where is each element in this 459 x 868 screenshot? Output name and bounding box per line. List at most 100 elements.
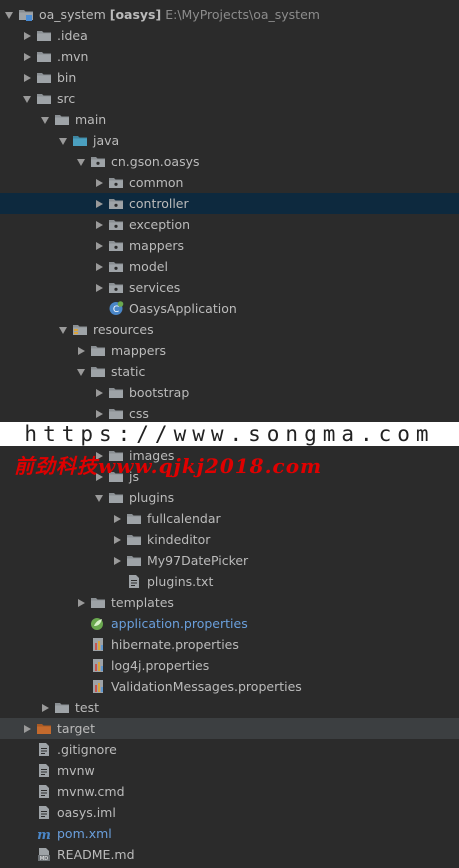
tree-row-fullcalendar[interactable]: fullcalendar (0, 508, 459, 529)
tree-row-templates[interactable]: templates (0, 592, 459, 613)
folder-icon (108, 406, 124, 421)
tree-row-pom-xml[interactable]: m pom.xml (0, 823, 459, 844)
tree-item-label: plugins.txt (147, 574, 214, 589)
chevron-right-icon[interactable] (112, 550, 122, 571)
tree-row-static[interactable]: static (0, 361, 459, 382)
chevron-right-icon[interactable] (94, 193, 104, 214)
tree-item-label: target (57, 721, 96, 736)
folder-icon (90, 364, 106, 379)
svg-text:C: C (113, 305, 119, 315)
tree-row-mvn[interactable]: .mvn (0, 46, 459, 67)
tree-row-gitignore[interactable]: .gitignore (0, 739, 459, 760)
chevron-right-icon[interactable] (94, 172, 104, 193)
tree-item-label: README.md (57, 847, 135, 862)
folder-icon (36, 91, 52, 106)
tree-row-css[interactable]: css (0, 403, 459, 424)
tree-item-label: log4j.properties (111, 658, 210, 673)
chevron-right-icon[interactable] (94, 403, 104, 424)
chevron-down-icon[interactable] (58, 319, 68, 340)
chevron-right-icon[interactable] (94, 214, 104, 235)
folder-icon (36, 49, 52, 64)
tree-row-main[interactable]: main (0, 109, 459, 130)
chevron-down-icon[interactable] (76, 361, 86, 382)
tree-row-log4j-properties[interactable]: log4j.properties (0, 655, 459, 676)
watermark-brand: 前劲科技www.qjkj2018.com (14, 454, 323, 478)
tree-row-plugins[interactable]: plugins (0, 487, 459, 508)
tree-item-label: bootstrap (129, 385, 190, 400)
tree-row-readme-md[interactable]: MD README.md (0, 844, 459, 865)
text-file-icon (36, 742, 52, 757)
properties-file-icon (90, 637, 106, 652)
project-name: oa_system (39, 7, 106, 22)
chevron-right-icon[interactable] (22, 718, 32, 739)
folder-icon (54, 700, 70, 715)
package-icon (90, 154, 106, 169)
tree-item-label: model (129, 259, 168, 274)
chevron-right-icon[interactable] (112, 508, 122, 529)
chevron-right-icon[interactable] (94, 256, 104, 277)
chevron-right-icon[interactable] (22, 67, 32, 88)
tree-item-label: .gitignore (57, 742, 117, 757)
tree-item-label: mvnw (57, 763, 95, 778)
tree-row-bootstrap[interactable]: bootstrap (0, 382, 459, 403)
tree-row-oasysapplication[interactable]: C OasysApplication (0, 298, 459, 319)
chevron-down-icon[interactable] (76, 151, 86, 172)
tree-row-mvnw-cmd[interactable]: mvnw.cmd (0, 781, 459, 802)
tree-row-cn-gson-oasys[interactable]: cn.gson.oasys (0, 151, 459, 172)
chevron-right-icon[interactable] (40, 697, 50, 718)
tree-row-my97datepicker[interactable]: My97DatePicker (0, 550, 459, 571)
spring-properties-icon (90, 616, 106, 631)
chevron-down-icon[interactable] (4, 4, 14, 25)
tree-row-services[interactable]: services (0, 277, 459, 298)
tree-item-label: mvnw.cmd (57, 784, 125, 799)
tree-item-label: fullcalendar (147, 511, 221, 526)
chevron-down-icon[interactable] (40, 109, 50, 130)
chevron-right-icon[interactable] (22, 25, 32, 46)
chevron-right-icon[interactable] (112, 529, 122, 550)
chevron-down-icon[interactable] (22, 88, 32, 109)
tree-row-exception[interactable]: exception (0, 214, 459, 235)
folder-icon (90, 595, 106, 610)
tree-item-label: mappers (129, 238, 185, 253)
tree-row-application-properties[interactable]: application.properties (0, 613, 459, 634)
chevron-down-icon[interactable] (94, 487, 104, 508)
tree-item-label: main (75, 112, 107, 127)
chevron-right-icon[interactable] (94, 235, 104, 256)
tree-row-controller[interactable]: controller (0, 193, 459, 214)
tree-item-label: bin (57, 70, 77, 85)
tree-row-hibernate-properties[interactable]: hibernate.properties (0, 634, 459, 655)
tree-row-mappers[interactable]: mappers (0, 340, 459, 361)
tree-row-src[interactable]: src (0, 88, 459, 109)
tree-row-mappers[interactable]: mappers (0, 235, 459, 256)
tree-item-label: src (57, 91, 76, 106)
tree-item-label: static (111, 364, 146, 379)
tree-row-kindeditor[interactable]: kindeditor (0, 529, 459, 550)
tree-row-oa-system[interactable]: oa_system [oasys] E:\MyProjects\oa_syste… (0, 4, 459, 25)
tree-item-label: resources (93, 322, 154, 337)
tree-row-idea[interactable]: .idea (0, 25, 459, 46)
tree-row-java[interactable]: java (0, 130, 459, 151)
chevron-right-icon[interactable] (76, 592, 86, 613)
tree-row-test[interactable]: test (0, 697, 459, 718)
chevron-right-icon[interactable] (94, 277, 104, 298)
chevron-right-icon[interactable] (76, 340, 86, 361)
chevron-right-icon[interactable] (94, 382, 104, 403)
tree-item-label: My97DatePicker (147, 553, 249, 568)
tree-row-validationmessages-properties[interactable]: ValidationMessages.properties (0, 676, 459, 697)
tree-row-target[interactable]: target (0, 718, 459, 739)
tree-row-oasys-iml[interactable]: oasys.iml (0, 802, 459, 823)
folder-icon (126, 511, 142, 526)
tree-row-common[interactable]: common (0, 172, 459, 193)
tree-item-label: pom.xml (57, 826, 112, 841)
tree-row-resources[interactable]: resources (0, 319, 459, 340)
chevron-down-icon[interactable] (58, 130, 68, 151)
tree-item-label: application.properties (111, 616, 248, 631)
tree-item-label: java (93, 133, 120, 148)
watermark-url: https://www.songma.com (0, 422, 459, 446)
tree-row-bin[interactable]: bin (0, 67, 459, 88)
chevron-right-icon[interactable] (22, 46, 32, 67)
tree-row-mvnw[interactable]: mvnw (0, 760, 459, 781)
tree-row-model[interactable]: model (0, 256, 459, 277)
tree-row-plugins-txt[interactable]: plugins.txt (0, 571, 459, 592)
properties-file-icon (90, 658, 106, 673)
